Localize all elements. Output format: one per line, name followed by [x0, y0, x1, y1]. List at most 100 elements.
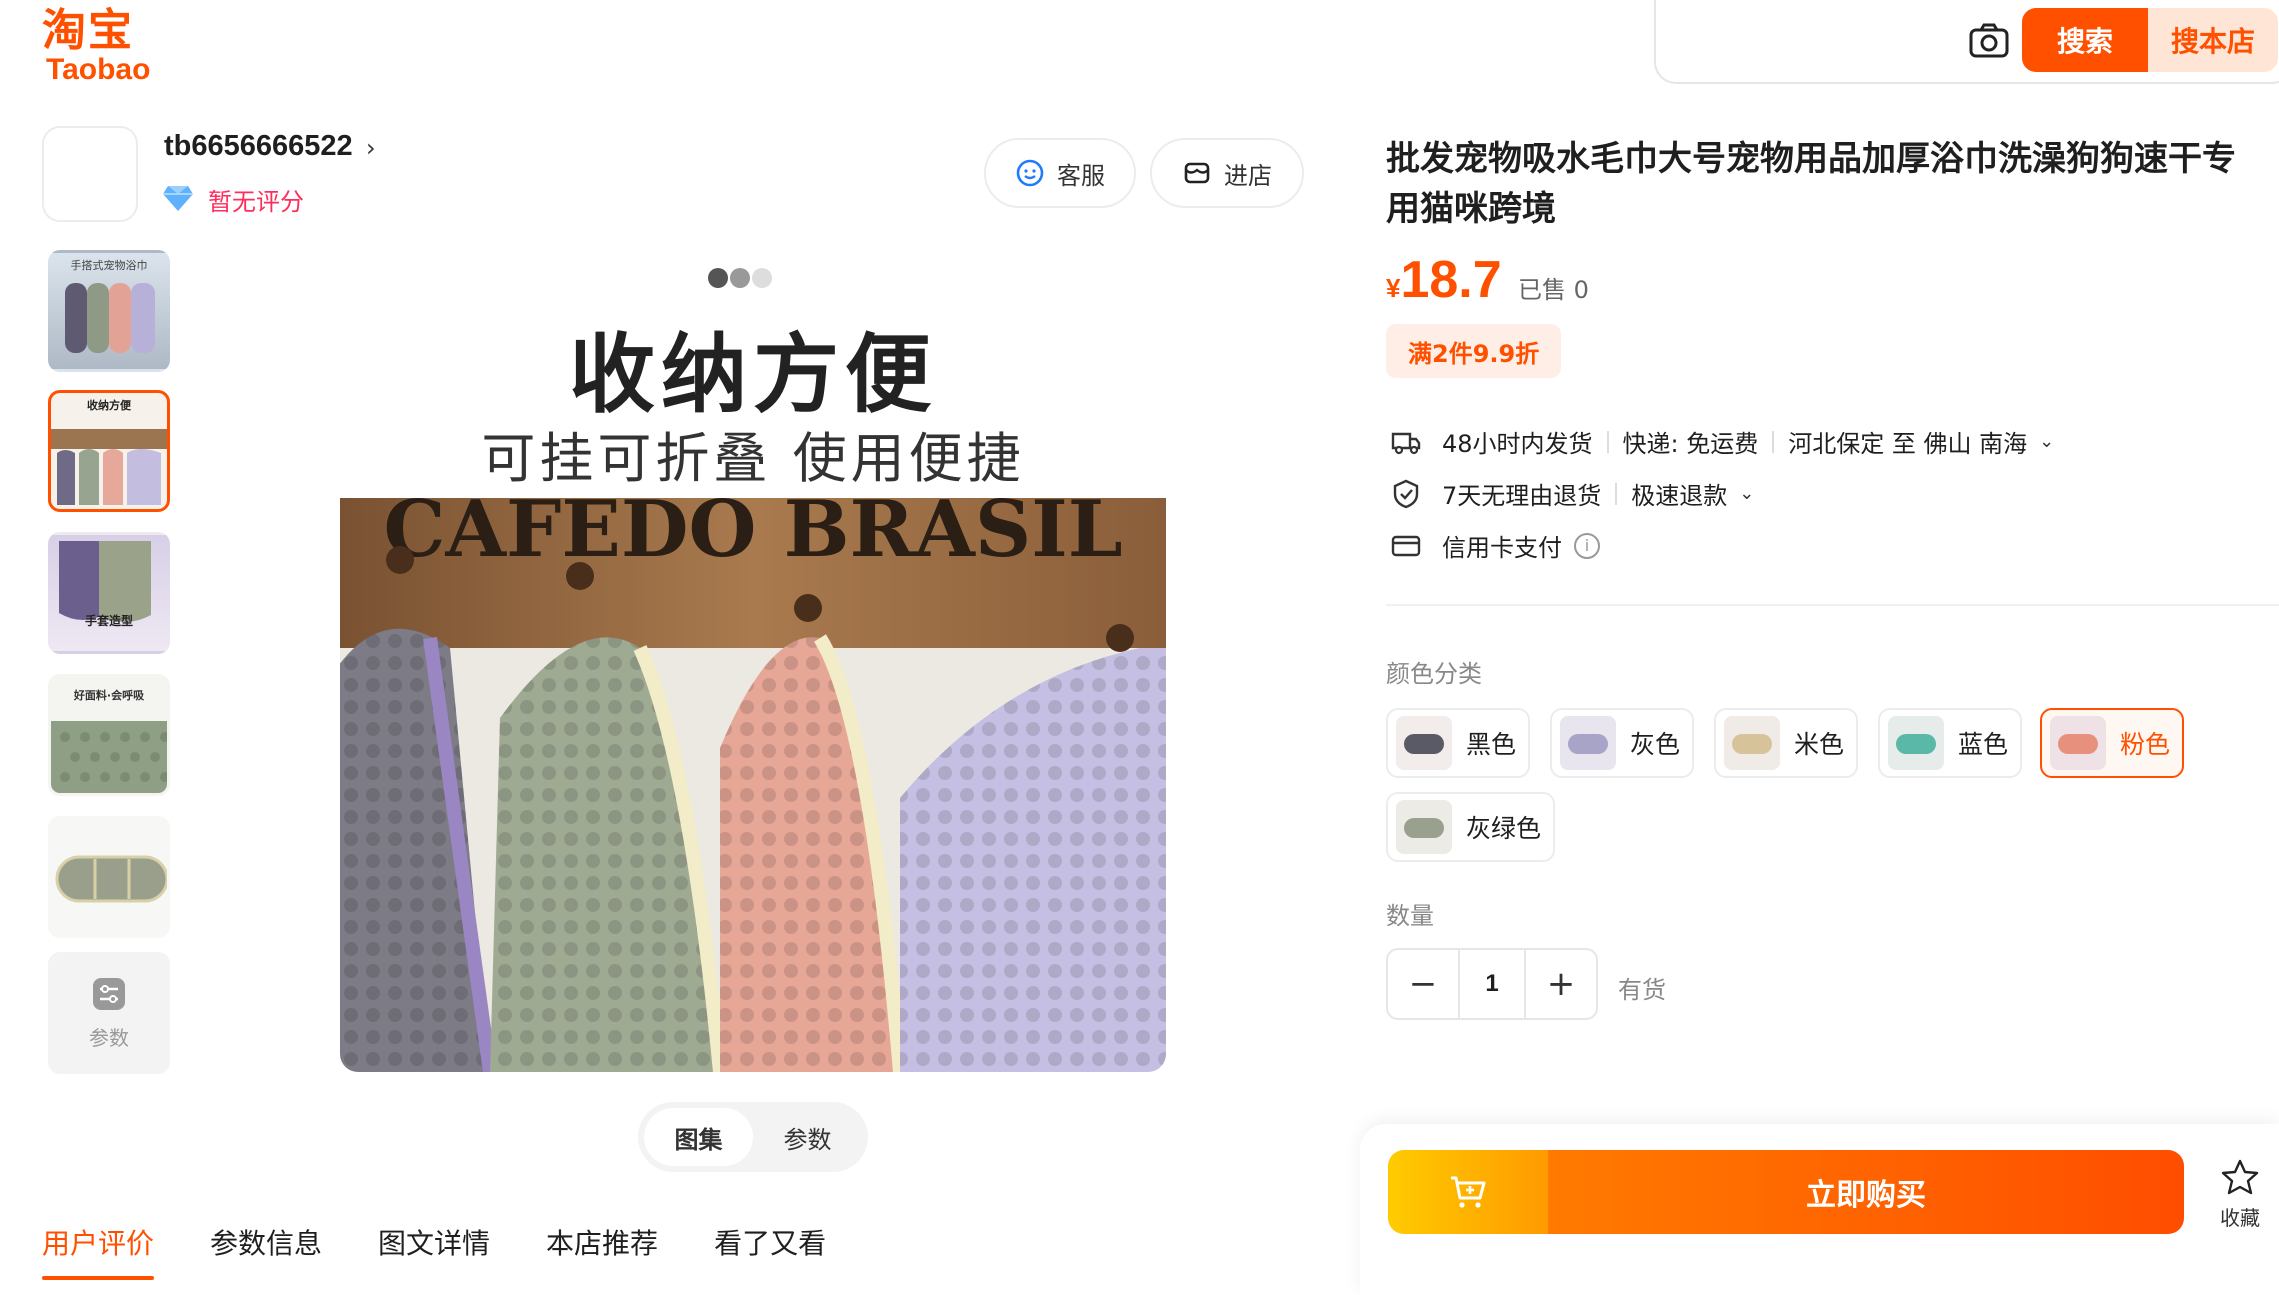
sku-option-label: 米色: [1794, 730, 1845, 759]
credit-card-icon: [1391, 535, 1421, 556]
gallery-thumbnail[interactable]: 手套造型: [48, 532, 170, 654]
main-product-image[interactable]: CAFEDO BRASIL: [340, 498, 1166, 1072]
shop-name[interactable]: tb6656666522: [164, 130, 353, 163]
sku-swatch: [2050, 716, 2106, 770]
quantity-input[interactable]: 1: [1458, 950, 1526, 1018]
taobao-logo[interactable]: 淘宝 Taobao: [42, 5, 162, 85]
chevron-down-icon[interactable]: ⌄: [1739, 483, 1754, 504]
hanging-towels-photo: CAFEDO BRASIL: [340, 498, 1166, 1072]
sku-option-black[interactable]: 黑色: [1386, 708, 1531, 778]
chevron-down-icon[interactable]: ⌄: [2039, 431, 2054, 452]
thumb-towels-image: [65, 283, 155, 353]
camera-icon[interactable]: [1966, 20, 2012, 64]
sku-swatch: [1724, 716, 1780, 770]
tab-reviews[interactable]: 用户评价: [42, 1222, 155, 1280]
promo-badge: 满2件9.9折: [1386, 324, 1562, 378]
returns-row: 7天无理由退货 极速退款 ⌄: [1390, 476, 1754, 511]
buy-now-button[interactable]: 立即购买: [1548, 1150, 2184, 1234]
shop-avatar[interactable]: [42, 126, 138, 222]
thumb-product-flat-image: [55, 855, 167, 903]
favorite-button[interactable]: 收藏: [2210, 1158, 2270, 1231]
logo-en: Taobao: [46, 53, 151, 86]
sign-text: CAFEDO BRASIL: [383, 498, 1122, 575]
thumb-fabric-image: [51, 721, 167, 793]
product-price: ¥18.7: [1386, 250, 1502, 310]
gallery-thumbnail[interactable]: 好面料·会呼吸: [48, 674, 170, 796]
product-title: 批发宠物吸水毛巾大号宠物用品加厚浴巾洗澡狗狗速干专用猫咪跨境: [1386, 139, 2236, 229]
carousel-dot[interactable]: [708, 268, 728, 288]
returns-policy: 7天无理由退货: [1442, 482, 1602, 510]
favorite-label: 收藏: [2220, 1206, 2260, 1230]
sku-label: 颜色分类: [1386, 660, 1482, 688]
service-icon: [1016, 159, 1044, 187]
refund-policy[interactable]: 极速退款: [1631, 476, 1727, 511]
tab-shop-recommend[interactable]: 本店推荐: [546, 1222, 658, 1280]
shield-icon: [1393, 479, 1419, 508]
price-value: 18.7: [1400, 251, 1502, 309]
shop-rating: 暂无评分: [208, 188, 304, 216]
sku-option-grey[interactable]: 灰色: [1550, 708, 1695, 778]
sku-option-beige[interactable]: 米色: [1714, 708, 1859, 778]
gallery-thumbnail[interactable]: 手搭式宠物浴巾: [48, 250, 170, 372]
sku-option-blue[interactable]: 蓝色: [1878, 708, 2023, 778]
customer-service-button[interactable]: 客服: [984, 138, 1136, 208]
payment-row: 信用卡支付 i: [1390, 528, 1600, 563]
add-to-cart-button[interactable]: [1388, 1150, 1548, 1234]
sku-option-label: 灰色: [1630, 730, 1681, 759]
carousel-dot[interactable]: [752, 268, 772, 288]
sku-option-label: 灰绿色: [1466, 814, 1542, 843]
carousel-indicator: [708, 268, 772, 288]
params-thumbnail[interactable]: 参数: [48, 952, 170, 1074]
shipping-time: 48小时内发货: [1442, 430, 1593, 458]
toggle-params[interactable]: 参数: [753, 1108, 862, 1166]
sku-swatch: [1396, 716, 1452, 770]
quantity-increase-button[interactable]: +: [1526, 950, 1596, 1018]
search-bar: 搜索 搜本店: [1654, 0, 2279, 84]
sliders-icon: [93, 977, 125, 1010]
sku-option-label: 粉色: [2120, 730, 2171, 759]
shipping-route[interactable]: 河北保定 至 佛山 南海: [1788, 424, 2027, 459]
currency-symbol: ¥: [1386, 273, 1401, 303]
sku-option-label: 黑色: [1466, 730, 1517, 759]
quantity-decrease-button[interactable]: −: [1388, 950, 1458, 1018]
toggle-gallery[interactable]: 图集: [644, 1108, 753, 1166]
divider: [1772, 430, 1775, 453]
sold-count: 已售 0: [1518, 276, 1589, 304]
sku-swatch: [1396, 800, 1452, 854]
payment-method: 信用卡支付: [1442, 534, 1562, 562]
chevron-right-icon[interactable]: ›: [366, 134, 376, 162]
thumb-caption: 手套造型: [84, 614, 133, 628]
carousel-dot[interactable]: [730, 268, 750, 288]
sku-option-pink-selected[interactable]: 粉色: [2040, 708, 2185, 778]
shipping-row: 48小时内发货 快递: 免运费 河北保定 至 佛山 南海 ⌄: [1390, 424, 2054, 459]
sku-option-grey-green[interactable]: 灰绿色: [1386, 792, 1556, 862]
store-icon: [1184, 162, 1210, 184]
tab-params[interactable]: 参数信息: [210, 1222, 322, 1280]
search-shop-button[interactable]: 搜本店: [2148, 8, 2278, 72]
truck-icon: [1391, 432, 1421, 454]
section-divider: [1386, 604, 2279, 606]
info-icon[interactable]: i: [1574, 532, 1600, 559]
sku-swatch: [1888, 716, 1944, 770]
quantity-stepper: − 1 +: [1386, 948, 1598, 1020]
tab-also-viewed[interactable]: 看了又看: [714, 1222, 826, 1280]
params-thumbnail-label: 参数: [89, 1025, 129, 1050]
enter-shop-button[interactable]: 进店: [1150, 138, 1304, 208]
stock-status: 有货: [1618, 976, 1666, 1004]
sku-option-label: 蓝色: [1958, 730, 2009, 759]
star-icon: [2221, 1159, 2259, 1195]
gallery-thumbnail-active[interactable]: 收纳方便: [48, 390, 170, 512]
gallery-toggle: 图集 参数: [638, 1102, 868, 1172]
customer-service-label: 客服: [1057, 161, 1105, 190]
main-image-subtitle: 可挂可折叠 使用便捷: [481, 427, 1025, 490]
shipping-fee: 快递: 免运费: [1622, 430, 1759, 458]
sku-swatch: [1560, 716, 1616, 770]
tab-details[interactable]: 图文详情: [378, 1222, 490, 1280]
main-image-title: 收纳方便: [569, 325, 937, 425]
detail-tabs: 用户评价 参数信息 图文详情 本店推荐 看了又看: [42, 1222, 826, 1280]
gallery-thumbnail[interactable]: [48, 816, 170, 938]
quantity-label: 数量: [1386, 902, 1434, 930]
thumb-hanging-image: [51, 429, 167, 505]
search-button[interactable]: 搜索: [2022, 8, 2148, 72]
logo-cn: 淘宝: [42, 5, 134, 56]
